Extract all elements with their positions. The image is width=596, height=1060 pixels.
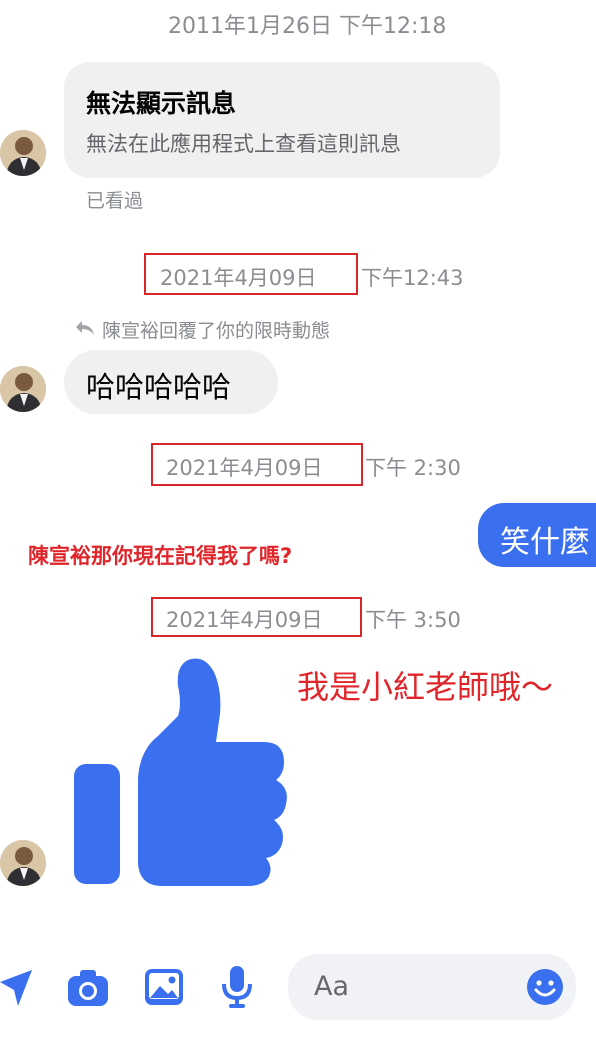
reply-note: 陳宣裕回覆了你的限時動態: [102, 320, 331, 342]
microphone-icon[interactable]: [220, 964, 254, 1010]
timestamp-3-date: 2021年4月09日: [166, 456, 323, 480]
image-icon[interactable]: [144, 968, 184, 1006]
message-subtitle: 無法在此應用程式上查看這則訊息: [86, 132, 401, 156]
message-input[interactable]: Aa: [288, 954, 576, 1020]
seen-label: 已看過: [86, 190, 144, 212]
outgoing-message-text: 笑什麼: [500, 525, 590, 560]
avatar[interactable]: [0, 366, 46, 412]
avatar[interactable]: [0, 840, 46, 886]
timestamp-2-date: 2021年4月09日: [160, 266, 317, 290]
camera-icon[interactable]: [66, 968, 110, 1008]
message-input-placeholder: Aa: [314, 971, 350, 1002]
message-bubble-unavailable[interactable]: 無法顯示訊息 無法在此應用程式上查看這則訊息: [64, 62, 500, 178]
message-title: 無法顯示訊息: [86, 89, 237, 118]
timestamp-4-date: 2021年4月09日: [166, 608, 323, 632]
thumbs-up-icon[interactable]: [70, 656, 300, 888]
timestamp-4-time: 下午 3:50: [365, 608, 461, 632]
reply-arrow-icon: [74, 318, 96, 338]
outgoing-message-bubble[interactable]: 笑什麼: [478, 503, 596, 567]
timestamp-1: 2011年1月26日 下午12:18: [168, 14, 447, 39]
avatar[interactable]: [0, 130, 46, 176]
timestamp-3-time: 下午 2:30: [365, 456, 461, 480]
timestamp-2-time: 下午12:43: [361, 266, 464, 290]
message-text: 哈哈哈哈哈: [86, 370, 232, 404]
message-bubble-laugh[interactable]: 哈哈哈哈哈: [64, 350, 278, 414]
annotation-text: 陳宣裕那你現在記得我了嗎?: [28, 544, 293, 568]
emoji-icon[interactable]: [526, 968, 564, 1006]
annotation-text: 我是小紅老師哦～: [297, 668, 554, 706]
send-location-icon[interactable]: [0, 968, 34, 1008]
